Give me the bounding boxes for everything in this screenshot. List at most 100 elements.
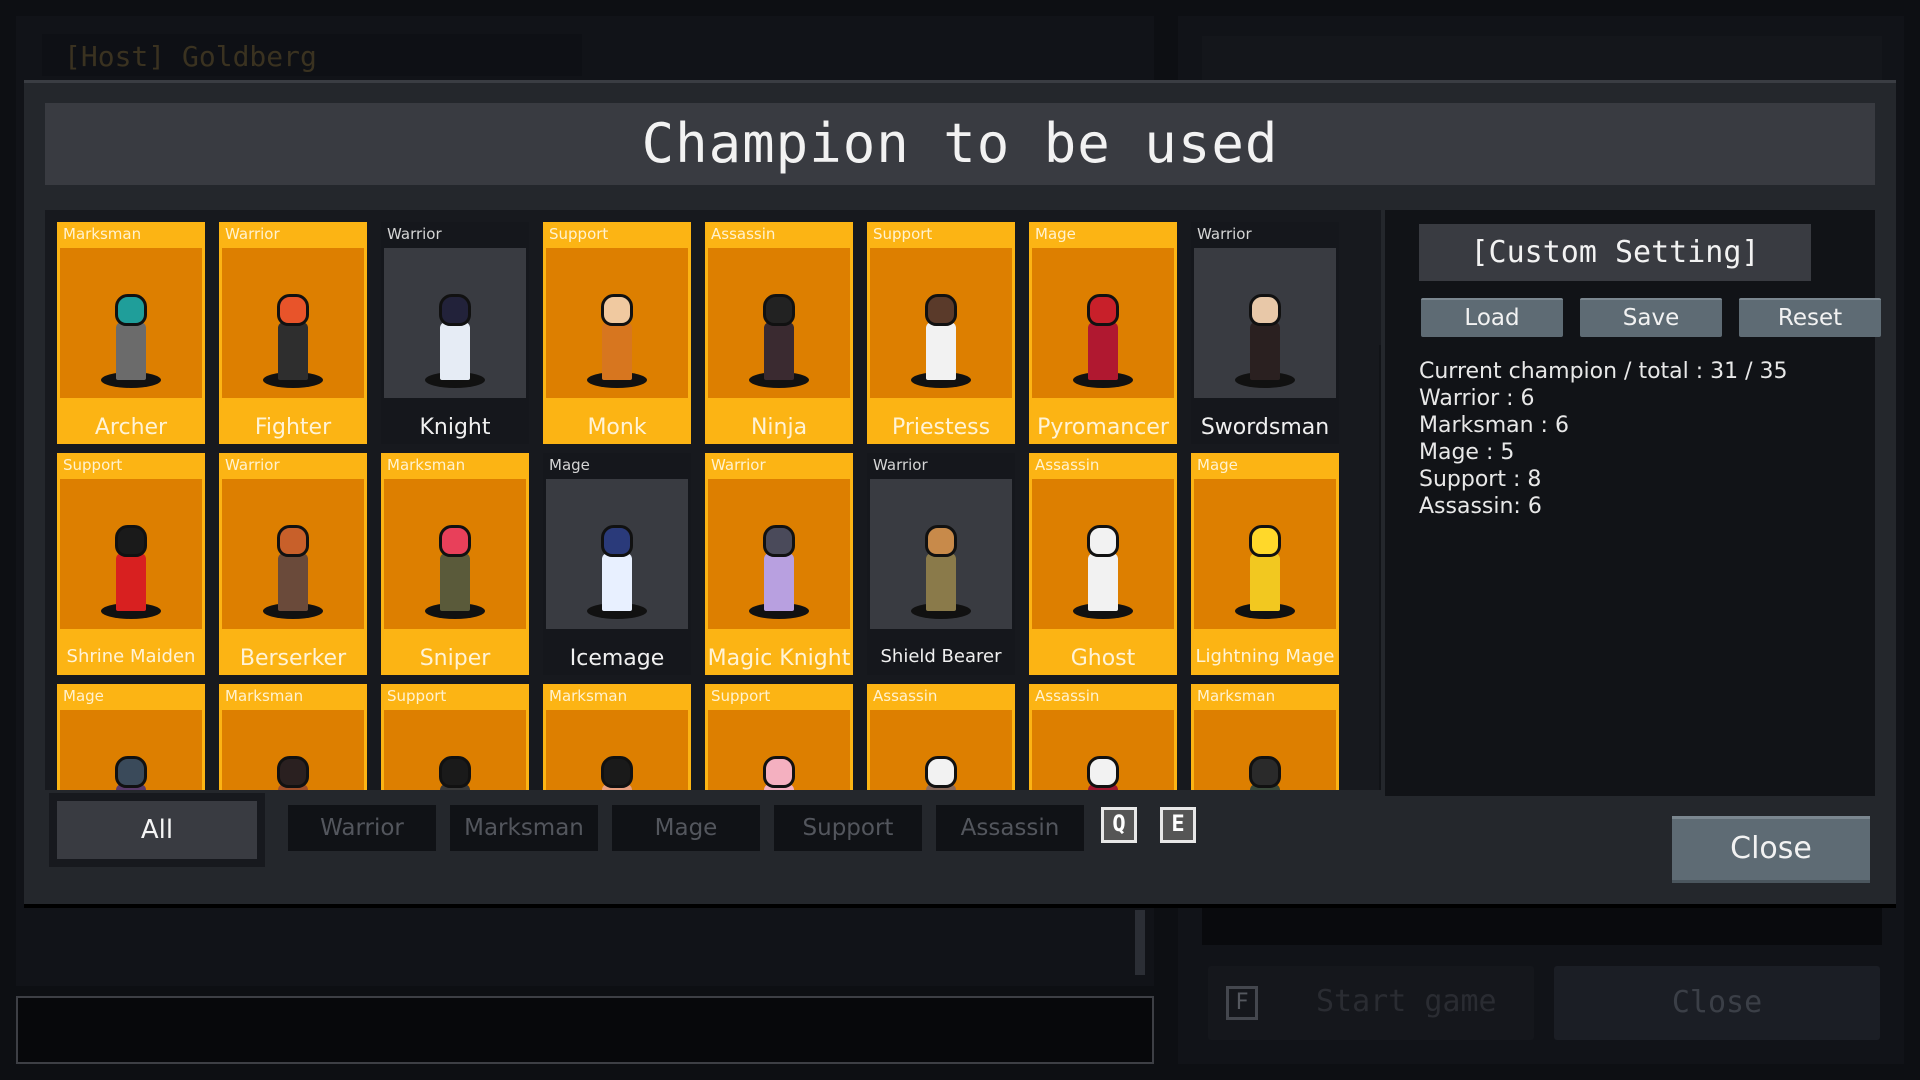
- tab-warrior[interactable]: Warrior: [288, 805, 436, 851]
- champion-card[interactable]: Warrior Berserker: [219, 453, 367, 675]
- champion-portrait: [1194, 710, 1336, 790]
- f-key-icon: F: [1226, 986, 1258, 1020]
- champion-card[interactable]: Marksman Sniper: [381, 453, 529, 675]
- chat-input[interactable]: [16, 996, 1154, 1064]
- sprite-head: [115, 756, 147, 788]
- sprite-body: [926, 553, 956, 611]
- champion-card[interactable]: Support Shrine Maiden: [57, 453, 205, 675]
- champion-name: Priestess: [891, 415, 991, 440]
- save-button[interactable]: Save: [1580, 298, 1722, 337]
- champion-card[interactable]: Support: [705, 684, 853, 790]
- champion-portrait: [870, 710, 1012, 790]
- champion-role: Support: [873, 225, 933, 243]
- sprite-head: [277, 294, 309, 326]
- sprite-head: [1249, 756, 1281, 788]
- sprite-body: [440, 553, 470, 611]
- champion-card[interactable]: Warrior Fighter: [219, 222, 367, 444]
- sprite-head: [439, 525, 471, 557]
- champion-sprite-icon: [744, 740, 814, 790]
- champion-name: Fighter: [254, 415, 332, 440]
- champion-portrait: [708, 479, 850, 629]
- tab-support[interactable]: Support: [774, 805, 922, 851]
- champion-role: Warrior: [873, 456, 928, 474]
- stat-total: Current champion / total : 31 / 35: [1419, 359, 1788, 384]
- champion-sprite-icon: [906, 740, 976, 790]
- champion-role: Support: [711, 687, 771, 705]
- stat-mage: Mage : 5: [1419, 440, 1515, 465]
- champion-role: Support: [549, 225, 609, 243]
- champion-card[interactable]: Marksman Archer: [57, 222, 205, 444]
- champion-name: Shield Bearer: [880, 646, 1002, 667]
- champion-card[interactable]: Assassin Ghost: [1029, 453, 1177, 675]
- sprite-head: [601, 294, 633, 326]
- champion-card[interactable]: Support Monk: [543, 222, 691, 444]
- champion-portrait: [546, 710, 688, 790]
- champion-card[interactable]: Warrior Magic Knight: [705, 453, 853, 675]
- tab-assassin[interactable]: Assassin: [936, 805, 1084, 851]
- champion-sprite-icon: [1068, 740, 1138, 790]
- sprite-head: [763, 756, 795, 788]
- reset-button[interactable]: Reset: [1739, 298, 1881, 337]
- start-game-button[interactable]: F Start game: [1208, 966, 1534, 1040]
- sprite-head: [115, 525, 147, 557]
- champion-name: Magic Knight: [707, 646, 851, 671]
- champion-portrait: [222, 710, 364, 790]
- champion-card[interactable]: Mage Pyromancer: [1029, 222, 1177, 444]
- tab-marksman[interactable]: Marksman: [450, 805, 598, 851]
- host-label-bar: [Host] Goldberg: [42, 34, 582, 76]
- champion-card[interactable]: Mage: [57, 684, 205, 790]
- champion-card[interactable]: Mage Icemage: [543, 453, 691, 675]
- champion-portrait: [60, 710, 202, 790]
- sprite-head: [1087, 294, 1119, 326]
- sprite-head: [925, 525, 957, 557]
- champion-name: Monk: [587, 415, 647, 440]
- champion-card[interactable]: Warrior Knight: [381, 222, 529, 444]
- champion-role: Warrior: [711, 456, 766, 474]
- sprite-body: [764, 553, 794, 611]
- tab-all[interactable]: All: [57, 801, 257, 859]
- champion-card[interactable]: Marksman: [543, 684, 691, 790]
- champion-card[interactable]: Marksman: [1191, 684, 1339, 790]
- champion-sprite-icon: [96, 740, 166, 790]
- champion-portrait: [708, 248, 850, 398]
- champion-sprite-icon: [744, 278, 814, 388]
- champion-card[interactable]: Warrior Swordsman: [1191, 222, 1339, 444]
- q-key-icon[interactable]: Q: [1101, 807, 1137, 843]
- champion-name: Pyromancer: [1037, 415, 1169, 440]
- champion-portrait: [1032, 248, 1174, 398]
- champion-card[interactable]: Assassin Ninja: [705, 222, 853, 444]
- sprite-body: [764, 322, 794, 380]
- champion-card[interactable]: Assassin: [1029, 684, 1177, 790]
- champion-role: Marksman: [225, 687, 304, 705]
- load-button[interactable]: Load: [1421, 298, 1563, 337]
- sprite-body: [1088, 322, 1118, 380]
- champion-role: Marksman: [1197, 687, 1276, 705]
- sprite-head: [439, 756, 471, 788]
- champion-portrait: [708, 710, 850, 790]
- champion-sprite-icon: [582, 740, 652, 790]
- champion-card[interactable]: Warrior Shield Bearer: [867, 453, 1015, 675]
- champion-card[interactable]: Marksman: [219, 684, 367, 790]
- champion-card[interactable]: Support: [381, 684, 529, 790]
- champion-portrait: [384, 479, 526, 629]
- champion-role: Mage: [1035, 225, 1076, 243]
- champion-role: Warrior: [1197, 225, 1252, 243]
- chat-scrollbar[interactable]: [1135, 910, 1145, 975]
- sprite-body: [116, 322, 146, 380]
- champion-role: Mage: [549, 456, 590, 474]
- champion-card[interactable]: Mage Lightning Mage: [1191, 453, 1339, 675]
- tab-mage[interactable]: Mage: [612, 805, 760, 851]
- champion-sprite-icon: [258, 740, 328, 790]
- dialog-close-button[interactable]: Close: [1672, 816, 1870, 883]
- champion-role: Support: [387, 687, 447, 705]
- champion-card[interactable]: Support Priestess: [867, 222, 1015, 444]
- sprite-body: [602, 553, 632, 611]
- champion-card[interactable]: Assassin: [867, 684, 1015, 790]
- champion-name: Ghost: [1070, 646, 1136, 671]
- sprite-body: [116, 553, 146, 611]
- champion-portrait: [870, 479, 1012, 629]
- lobby-close-button[interactable]: Close: [1554, 966, 1880, 1040]
- champion-portrait: [1032, 479, 1174, 629]
- e-key-icon[interactable]: E: [1160, 807, 1196, 843]
- champion-role: Warrior: [225, 225, 280, 243]
